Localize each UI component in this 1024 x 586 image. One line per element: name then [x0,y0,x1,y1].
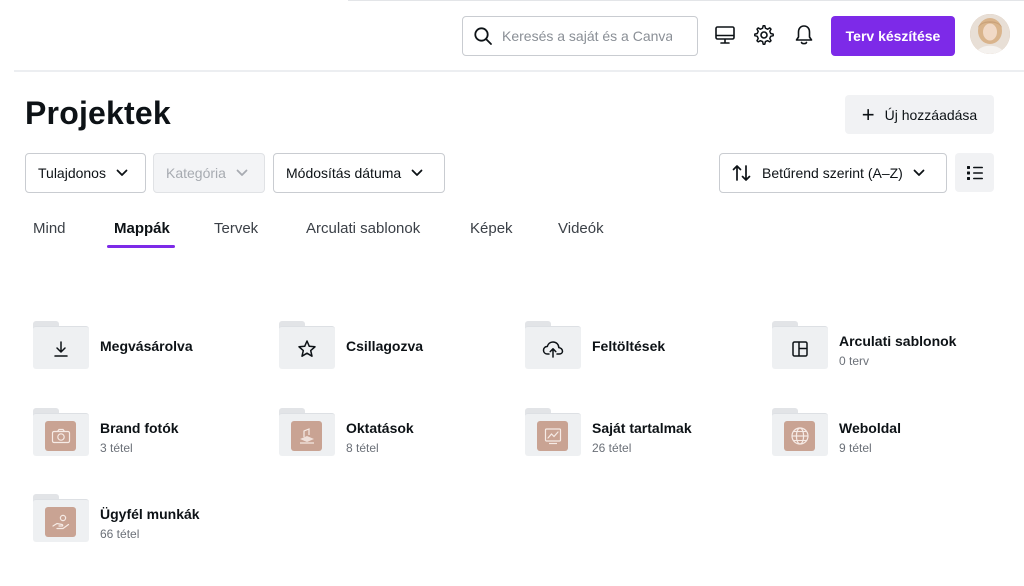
folder-website[interactable]: Weboldal 9 tétel [772,408,1002,458]
hand-icon [51,514,69,530]
folder-icon [33,408,89,456]
folder-name: Brand fotók [100,420,179,436]
tab-designs[interactable]: Tervek [214,210,258,246]
desktop-app-button[interactable] [712,22,738,48]
folder-icon [525,408,581,456]
tab-images[interactable]: Képek [470,210,513,246]
modified-date-filter[interactable]: Módosítás dátuma [273,153,445,193]
template-icon [792,341,808,357]
folder-count: 9 tétel [839,441,872,455]
chevron-down-icon [236,169,248,176]
folder-thumbnail [45,421,76,451]
settings-button[interactable] [751,22,777,48]
plus-icon: + [861,101,875,127]
tab-folders[interactable]: Mappák [114,210,170,246]
top-bar-divider [14,70,1024,72]
list-view-button[interactable] [955,153,994,192]
folder-starred[interactable]: Csillagozva [279,321,509,371]
chevron-down-icon [913,169,925,176]
folder-count: 8 tétel [346,441,379,455]
folder-name: Arculati sablonok [839,333,957,349]
folder-client-work[interactable]: Ügyfél munkák 66 tétel [33,494,263,544]
top-border [348,0,1024,1]
chevron-down-icon [411,169,423,176]
search-input[interactable] [502,28,672,44]
education-icon [299,428,314,444]
sort-icon [732,165,751,181]
star-icon [298,340,316,357]
folder-name: Weboldal [839,420,901,436]
folder-uploads[interactable]: Feltöltések [525,321,755,371]
folder-count: 66 tétel [100,527,140,541]
category-filter: Kategória [153,153,265,193]
sort-label: Betűrend szerint (A–Z) [762,165,903,181]
folder-icon [279,408,335,456]
chevron-down-icon [116,169,128,176]
folder-brand-photos[interactable]: Brand fotók 3 tétel [33,408,263,458]
search-box[interactable] [462,16,698,56]
add-new-label: Új hozzáadása [884,106,978,123]
tab-all[interactable]: Mind [33,210,66,246]
globe-icon [790,427,809,445]
folder-icon [279,321,335,369]
modified-date-filter-label: Módosítás dátuma [286,165,402,181]
folder-icon [525,321,581,369]
folder-brand-templates[interactable]: Arculati sablonok 0 terv [772,321,1002,371]
sort-dropdown[interactable]: Betűrend szerint (A–Z) [719,153,947,193]
folder-icon [33,494,89,542]
top-bar: Terv készítése [0,0,1024,72]
download-icon [54,341,68,357]
active-tab-indicator [107,245,175,248]
list-view-icon [966,165,983,180]
folder-own-content[interactable]: Saját tartalmak 26 tétel [525,408,755,458]
folder-count: 3 tétel [100,441,133,455]
search-icon [474,27,492,45]
folder-icon [33,321,89,369]
category-filter-label: Kategória [166,165,226,181]
camera-icon [51,428,70,444]
folder-name: Oktatások [346,420,414,436]
folder-name: Csillagozva [346,338,424,354]
folder-name: Saját tartalmak [592,420,692,436]
folder-thumbnail [537,421,568,451]
bell-icon [795,25,813,45]
tab-videos[interactable]: Videók [558,210,604,246]
owner-filter-label: Tulajdonos [38,165,106,181]
desktop-icon [715,26,735,44]
content-icon [544,428,561,445]
folder-count: 0 terv [839,354,870,368]
folder-thumbnail [291,421,322,451]
tab-brand-templates[interactable]: Arculati sablonok [306,210,420,246]
cloud-upload-icon [542,341,564,358]
add-new-button[interactable]: + Új hozzáadása [845,95,994,134]
avatar-image [970,14,1010,54]
owner-filter[interactable]: Tulajdonos [25,153,146,193]
folder-count: 26 tétel [592,441,632,455]
gear-icon [754,24,774,45]
folder-tutorials[interactable]: Oktatások 8 tétel [279,408,509,458]
folder-name: Ügyfél munkák [100,506,200,522]
folder-icon [772,408,828,456]
folder-thumbnail [45,507,76,537]
folder-icon [772,321,828,369]
folder-thumbnail [784,421,815,451]
avatar[interactable] [970,14,1010,54]
folder-purchased[interactable]: Megvásárolva [33,321,263,371]
page-title: Projektek [25,95,171,131]
folder-name: Megvásárolva [100,338,193,354]
notifications-button[interactable] [791,22,817,48]
folder-name: Feltöltések [592,338,666,354]
create-design-button[interactable]: Terv készítése [831,16,955,56]
